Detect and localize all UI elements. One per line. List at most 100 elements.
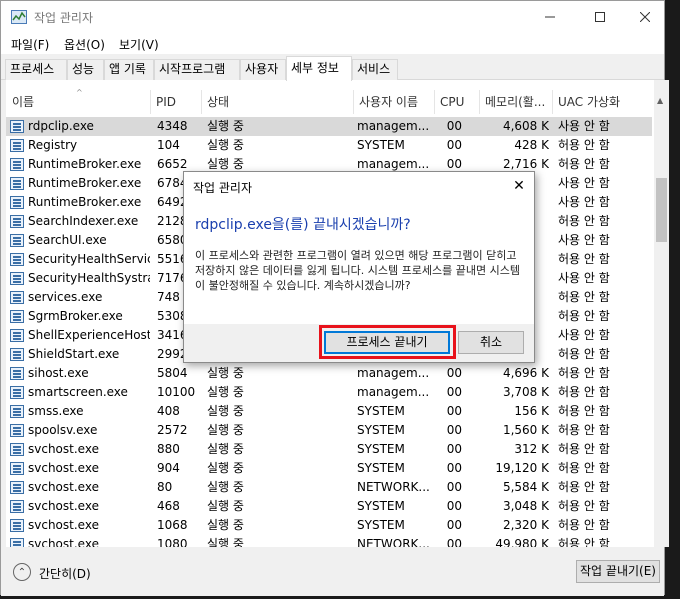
table-row[interactable]: svchost.exe 1080 실행 중 NETWORK... 00 49,980 K 허… bbox=[6, 535, 652, 547]
col-header-user[interactable]: 사용자 이름 bbox=[355, 90, 435, 114]
cell-cpu: 00 bbox=[446, 385, 462, 399]
cell-uac: 사용 안 함 bbox=[558, 233, 610, 247]
tab-services[interactable]: 서비스 bbox=[352, 59, 398, 80]
table-row[interactable]: svchost.exe 80 실행 중 NETWORK... 00 5,584 K 허용 안… bbox=[6, 478, 652, 497]
cell-uac: 허용 안 함 bbox=[558, 480, 610, 494]
end-task-button[interactable]: 작업 끝내기(E) bbox=[576, 560, 660, 583]
process-icon bbox=[10, 519, 24, 532]
cell-cpu: 00 bbox=[446, 518, 462, 532]
cell-status: 실행 중 bbox=[207, 119, 244, 133]
col-header-status[interactable]: 상태 bbox=[203, 90, 354, 114]
cell-status: 실행 중 bbox=[207, 518, 244, 532]
cell-memory: 49,980 K bbox=[495, 537, 549, 547]
cell-user: SYSTEM bbox=[357, 518, 405, 532]
table-row[interactable]: svchost.exe 904 실행 중 SYSTEM 00 19,120 K 허용 안 함 bbox=[6, 459, 652, 478]
cell-cpu: 00 bbox=[446, 461, 462, 475]
cell-memory: 19,120 K bbox=[495, 461, 549, 475]
process-icon bbox=[10, 500, 24, 513]
cell-name: svchost.exe bbox=[28, 480, 99, 494]
tab-startup[interactable]: 시작프로그램 bbox=[154, 59, 240, 80]
col-header-cpu[interactable]: CPU bbox=[436, 90, 480, 114]
fewer-details-link[interactable]: 간단히(D) bbox=[39, 565, 91, 582]
dialog-message: 이 프로세스와 관련한 프로그램이 열려 있으면 해당 프로그램이 닫히고 저장… bbox=[195, 249, 520, 292]
col-header-pid[interactable]: PID bbox=[152, 90, 202, 114]
cell-uac: 사용 안 함 bbox=[558, 195, 610, 209]
col-header-uac[interactable]: UAC 가상화 bbox=[554, 90, 652, 114]
cell-pid: 880 bbox=[157, 442, 180, 456]
cell-pid: 904 bbox=[157, 461, 180, 475]
process-icon bbox=[10, 424, 24, 437]
cell-uac: 허용 안 함 bbox=[558, 537, 610, 547]
cell-pid: 10100 bbox=[157, 385, 196, 399]
minimize-button[interactable] bbox=[527, 1, 573, 32]
process-icon bbox=[10, 272, 24, 285]
col-header-name[interactable]: 이름 bbox=[8, 90, 151, 114]
cell-user: SYSTEM bbox=[357, 461, 405, 475]
table-row[interactable]: svchost.exe 468 실행 중 SYSTEM 00 3,048 K 허용 안 함 bbox=[6, 497, 652, 516]
cell-memory: 428 K bbox=[514, 138, 549, 152]
cell-name: sihost.exe bbox=[28, 366, 89, 380]
menu-view[interactable]: 보기(V) bbox=[119, 36, 159, 53]
process-icon bbox=[10, 120, 24, 133]
tab-app-history[interactable]: 앱 기록 bbox=[104, 59, 154, 80]
scroll-up-icon[interactable]: ▲ bbox=[657, 96, 663, 105]
process-icon bbox=[10, 234, 24, 247]
cell-pid: 4348 bbox=[157, 119, 188, 133]
cell-status: 실행 중 bbox=[207, 442, 244, 456]
table-row[interactable]: smss.exe 408 실행 중 SYSTEM 00 156 K 허용 안 함 bbox=[6, 402, 652, 421]
cell-uac: 허용 안 함 bbox=[558, 309, 610, 323]
menu-file[interactable]: 파일(F) bbox=[11, 36, 49, 53]
footer: ⌃ 간단히(D) 작업 끝내기(E) bbox=[1, 547, 664, 596]
dialog-close-icon[interactable]: ✕ bbox=[508, 176, 530, 196]
maximize-button[interactable] bbox=[577, 1, 623, 32]
table-row[interactable]: svchost.exe 1068 실행 중 SYSTEM 00 2,320 K 허용 안 함 bbox=[6, 516, 652, 535]
cell-name: SgrmBroker.exe bbox=[28, 309, 123, 323]
cell-uac: 허용 안 함 bbox=[558, 252, 610, 266]
tab-users[interactable]: 사용자 bbox=[240, 59, 286, 80]
cell-name: SearchUI.exe bbox=[28, 233, 107, 247]
cell-name: RuntimeBroker.exe bbox=[28, 176, 142, 190]
col-header-memory[interactable]: 메모리(활... bbox=[481, 90, 553, 114]
tab-details[interactable]: 세부 정보 bbox=[286, 56, 352, 81]
cell-name: services.exe bbox=[28, 290, 103, 304]
cell-name: svchost.exe bbox=[28, 442, 99, 456]
process-icon bbox=[10, 538, 24, 547]
cell-pid: 1068 bbox=[157, 518, 188, 532]
cell-uac: 허용 안 함 bbox=[558, 290, 610, 304]
menu-options[interactable]: 옵션(O) bbox=[64, 36, 105, 53]
process-icon bbox=[10, 291, 24, 304]
cell-cpu: 00 bbox=[446, 423, 462, 437]
cell-pid: 5804 bbox=[157, 366, 188, 380]
tab-processes[interactable]: 프로세스 bbox=[5, 59, 67, 80]
cell-status: 실행 중 bbox=[207, 537, 244, 547]
table-row[interactable]: sihost.exe 5804 실행 중 managem... 00 4,696 K 허용 … bbox=[6, 364, 652, 383]
cell-cpu: 00 bbox=[446, 138, 462, 152]
table-row[interactable]: smartscreen.exe 10100 실행 중 managem... 00 3,70… bbox=[6, 383, 652, 402]
chevron-up-icon[interactable]: ⌃ bbox=[13, 563, 31, 581]
process-icon bbox=[10, 462, 24, 475]
table-row[interactable]: spoolsv.exe 2572 실행 중 SYSTEM 00 1,560 K 허용 안 함 bbox=[6, 421, 652, 440]
tab-bar: 프로세스 성능 앱 기록 시작프로그램 사용자 세부 정보 서비스 bbox=[1, 54, 664, 81]
cell-pid: 80 bbox=[157, 480, 173, 494]
cancel-button[interactable]: 취소 bbox=[458, 331, 524, 354]
table-row[interactable]: rdpclip.exe 4348 실행 중 managem... 00 4,608 K 사용… bbox=[6, 117, 652, 136]
tab-performance[interactable]: 성능 bbox=[67, 59, 104, 80]
table-row[interactable]: Registry 104 실행 중 SYSTEM 00 428 K 허용 안 함 bbox=[6, 136, 652, 155]
vertical-scrollbar[interactable]: ▲ bbox=[654, 80, 669, 547]
scroll-thumb[interactable] bbox=[656, 178, 667, 242]
cell-status: 실행 중 bbox=[207, 404, 244, 418]
cell-name: SecurityHealthSystra... bbox=[28, 271, 150, 285]
dialog-title: 작업 관리자 bbox=[193, 181, 253, 195]
close-button[interactable] bbox=[622, 1, 668, 32]
cell-uac: 허용 안 함 bbox=[558, 347, 610, 361]
menu-bar: 파일(F) 옵션(O) 보기(V) bbox=[1, 32, 664, 54]
cell-uac: 허용 안 함 bbox=[558, 214, 610, 228]
table-row[interactable]: svchost.exe 880 실행 중 SYSTEM 00 312 K 허용 안 함 bbox=[6, 440, 652, 459]
cell-name: Registry bbox=[28, 138, 78, 152]
process-icon bbox=[10, 215, 24, 228]
cell-pid: 408 bbox=[157, 404, 180, 418]
cell-user: SYSTEM bbox=[357, 423, 405, 437]
cell-memory: 5,584 K bbox=[502, 480, 549, 494]
cell-uac: 허용 안 함 bbox=[558, 385, 610, 399]
cell-uac: 허용 안 함 bbox=[558, 499, 610, 513]
